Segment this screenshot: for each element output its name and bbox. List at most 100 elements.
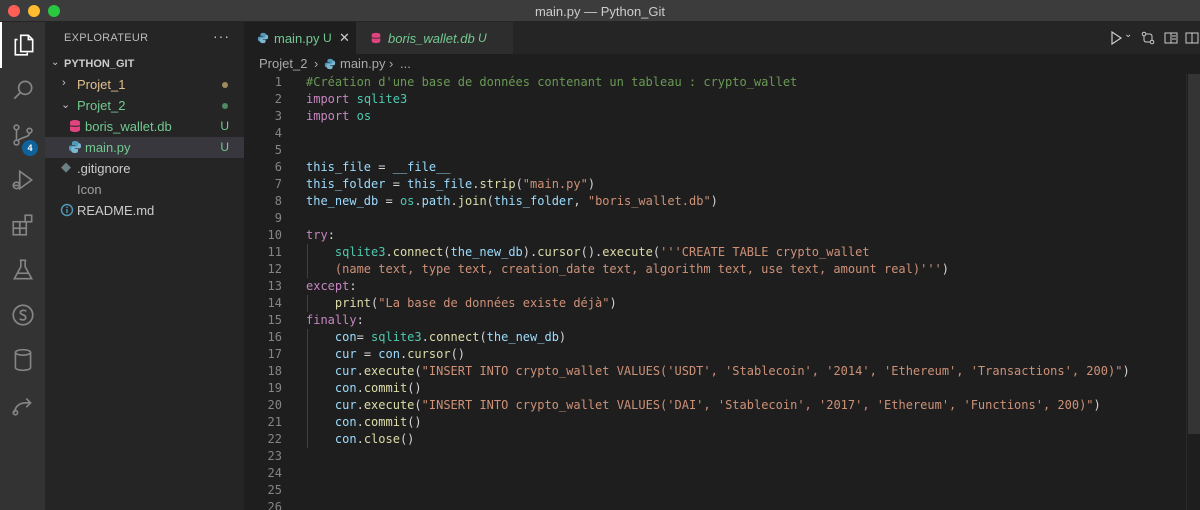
untracked-status: U: [220, 140, 229, 154]
testing-button[interactable]: [0, 247, 45, 293]
code-line: #Création d'une base de données contenan…: [306, 74, 797, 91]
code-token: .: [450, 194, 458, 208]
line-number: 8: [274, 194, 282, 208]
code-token: the_new_db: [486, 330, 559, 344]
code-token: con: [334, 415, 357, 429]
open-preview-icon[interactable]: [1163, 30, 1179, 46]
code-token: "La base de données existe déjà": [378, 296, 610, 310]
code-line: except:: [306, 278, 357, 295]
code-line: con.commit(): [306, 380, 422, 397]
code-token: import: [306, 109, 350, 123]
line-number: 21: [267, 415, 282, 429]
window-title: main.py — Python_Git: [534, 4, 666, 19]
breadcrumb-folder[interactable]: Projet_2: [259, 56, 307, 71]
code-line: import os: [306, 108, 371, 125]
tree-item-gitignore[interactable]: ◆ .gitignore: [45, 158, 244, 179]
code-token: (name text, type text, creation_date tex…: [306, 262, 942, 276]
run-icon[interactable]: [1108, 30, 1124, 46]
explorer-button[interactable]: [0, 22, 45, 68]
code-line: con= sqlite3.connect(the_new_db): [306, 329, 566, 346]
vertical-scrollbar[interactable]: [1186, 74, 1200, 510]
code-token: (): [407, 381, 422, 395]
tree-item-main-py[interactable]: main.py U: [45, 137, 244, 158]
python-file-icon: [324, 58, 336, 70]
code-token: :: [349, 279, 357, 293]
close-icon[interactable]: ✕: [339, 30, 350, 46]
workspace-name: PYTHON_GIT: [64, 58, 135, 70]
line-number: 14: [267, 296, 282, 310]
code-token: ): [587, 177, 596, 191]
split-editor-icon[interactable]: [1184, 30, 1200, 46]
code-editor[interactable]: 1 #Création d'une base de données contena…: [244, 74, 1200, 510]
activity-bar: 4: [0, 22, 45, 510]
code-token: ): [710, 194, 718, 208]
code-token: sqlite3: [371, 330, 422, 344]
explorer-title: EXPLORATEUR: [64, 32, 149, 44]
database-file-icon: [69, 120, 81, 132]
code-token: .: [356, 432, 364, 446]
code-token: #Création d'une base de données contenan…: [306, 75, 798, 89]
source-control-button[interactable]: 4: [0, 112, 45, 158]
code-token: "INSERT INTO crypto_wallet VALUES('USDT'…: [421, 364, 1123, 378]
line-number: 2: [274, 92, 282, 106]
line-number: 12: [267, 262, 282, 276]
code-token: join: [457, 194, 487, 208]
line-number: 24: [267, 466, 282, 480]
tree-item-readme[interactable]: README.md: [45, 200, 244, 221]
code-line: con.commit(): [306, 414, 422, 431]
code-token: strip: [479, 177, 516, 191]
code-token: ,: [573, 194, 588, 208]
python-file-icon: [69, 141, 81, 153]
more-actions-button[interactable]: ···: [213, 28, 230, 44]
chevron-down-icon[interactable]: ⌄: [1124, 29, 1132, 40]
remote-button[interactable]: [0, 382, 45, 428]
line-number: 16: [267, 330, 282, 344]
code-token: path: [421, 194, 451, 208]
breadcrumb: Projet_2 › main.py › ...: [244, 54, 1200, 74]
workspace-folder[interactable]: ⌄ PYTHON_GIT: [45, 54, 244, 74]
tab-label: boris_wallet.db: [388, 31, 475, 46]
explorer-sidebar: EXPLORATEUR ··· ⌄ PYTHON_GIT › Projet_1 …: [45, 22, 244, 510]
database-button[interactable]: [0, 337, 45, 383]
breadcrumb-file[interactable]: main.py: [340, 56, 386, 71]
code-line: this_folder = this_file.strip("main.py"): [306, 176, 595, 193]
code-token: (: [515, 177, 523, 191]
code-token: =: [371, 160, 393, 174]
tree-item-projet-1[interactable]: › Projet_1: [45, 74, 244, 95]
chevron-down-icon: ⌄: [61, 99, 71, 111]
compare-changes-icon[interactable]: [1140, 30, 1156, 46]
code-token: ): [609, 296, 617, 310]
breadcrumb-separator: ›: [314, 56, 319, 71]
tab-boris-wallet-db[interactable]: boris_wallet.db U: [356, 22, 513, 54]
line-number: 13: [267, 279, 282, 293]
s-extension-button[interactable]: [0, 292, 45, 338]
extensions-button[interactable]: [0, 202, 45, 248]
code-token: (): [407, 415, 422, 429]
code-token: =: [356, 347, 379, 361]
run-debug-button[interactable]: [0, 157, 45, 203]
code-token: import: [306, 92, 350, 106]
tree-item-label: main.py: [85, 140, 131, 155]
code-token: ().: [580, 245, 603, 259]
code-line: sqlite3.connect(the_new_db).cursor().exe…: [306, 244, 870, 261]
tree-item-icon[interactable]: Icon: [45, 179, 244, 200]
remote-share-icon: [11, 397, 32, 416]
line-number: 22: [267, 432, 282, 446]
code-token: con: [334, 432, 357, 446]
code-token: execute: [363, 398, 415, 412]
code-token: this_file: [407, 177, 473, 191]
search-button[interactable]: [0, 67, 45, 113]
tab-main-py[interactable]: main.py U ✕: [244, 22, 356, 54]
breadcrumb-symbol[interactable]: ...: [400, 56, 411, 71]
tree-item-projet-2[interactable]: ⌄ Projet_2: [45, 95, 244, 116]
editor-actions: ⌄: [1060, 22, 1200, 54]
tree-item-label: Projet_2: [77, 98, 126, 113]
code-token: (: [486, 194, 494, 208]
scrollbar-thumb[interactable]: [1188, 74, 1200, 434]
line-number: 25: [267, 483, 282, 497]
tab-status: U: [323, 31, 332, 45]
tree-item-boris-wallet-db[interactable]: boris_wallet.db U: [45, 116, 244, 137]
